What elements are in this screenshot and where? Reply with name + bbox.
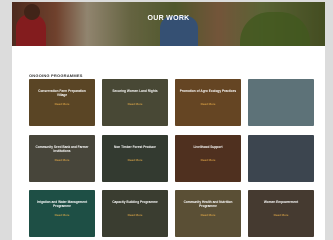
programme-card[interactable]: Non Timber Forest Produce Read More bbox=[102, 135, 168, 182]
programme-card-title: Capacity Building Programme bbox=[112, 200, 158, 204]
programme-card[interactable]: Irrigation and Water Management Programm… bbox=[29, 190, 95, 237]
card-overlay bbox=[248, 79, 314, 126]
programmes-grid: Conservation Farm Preparation Village Rea… bbox=[29, 79, 325, 239]
read-more-link[interactable]: Read More bbox=[179, 102, 237, 107]
programme-card-title: Promotion of Agro Ecology Practices bbox=[179, 89, 237, 93]
read-more-link[interactable]: Read More bbox=[33, 158, 91, 163]
read-more-link[interactable]: Read More bbox=[106, 158, 164, 163]
section-title: ONGOING PROGRAMMES bbox=[29, 73, 83, 78]
programme-card[interactable]: Conservation Farm Preparation Village Rea… bbox=[29, 79, 95, 126]
page-title: OUR WORK bbox=[147, 15, 190, 22]
programme-card-title: Women Empowerment bbox=[263, 200, 299, 204]
read-more-link[interactable]: Read More bbox=[179, 158, 237, 163]
read-more-link[interactable]: Read More bbox=[179, 213, 237, 218]
programme-card-title: Securing Women Land Rights bbox=[112, 89, 158, 93]
programme-card-title: Non Timber Forest Produce bbox=[114, 145, 156, 149]
programme-card-title: Irrigation and Water Management Programm… bbox=[36, 200, 88, 208]
programme-card-title: Community Seed Bank and Farmer Instituti… bbox=[35, 145, 89, 153]
programme-card[interactable]: Community Health and Nutrition Programme… bbox=[175, 190, 241, 237]
programme-card[interactable] bbox=[248, 135, 314, 182]
programme-card[interactable] bbox=[248, 79, 314, 126]
hero-overlay bbox=[12, 2, 325, 46]
programme-card[interactable]: Capacity Building Programme Read More bbox=[102, 190, 168, 237]
read-more-link[interactable]: Read More bbox=[252, 213, 310, 218]
programme-card[interactable]: Community Seed Bank and Farmer Instituti… bbox=[29, 135, 95, 182]
read-more-link[interactable]: Read More bbox=[106, 213, 164, 218]
hero-banner: OUR WORK bbox=[12, 2, 325, 46]
read-more-link[interactable]: Read More bbox=[106, 102, 164, 107]
programme-card-title: Conservation Farm Preparation Village bbox=[38, 89, 86, 97]
programme-card-title: Community Health and Nutrition Programme bbox=[183, 200, 233, 208]
programme-card[interactable]: Securing Women Land Rights Read More bbox=[102, 79, 168, 126]
programme-card[interactable]: Promotion of Agro Ecology Practices Read … bbox=[175, 79, 241, 126]
read-more-link[interactable]: Read More bbox=[33, 213, 91, 218]
programme-card-title: Livelihood Support bbox=[193, 145, 223, 149]
programme-card[interactable]: Livelihood Support Read More bbox=[175, 135, 241, 182]
read-more-link[interactable]: Read More bbox=[33, 102, 91, 107]
page: OUR WORK ONGOING PROGRAMMES Conservation… bbox=[12, 2, 325, 240]
programme-card[interactable]: Women Empowerment Read More bbox=[248, 190, 314, 237]
card-overlay bbox=[248, 135, 314, 182]
